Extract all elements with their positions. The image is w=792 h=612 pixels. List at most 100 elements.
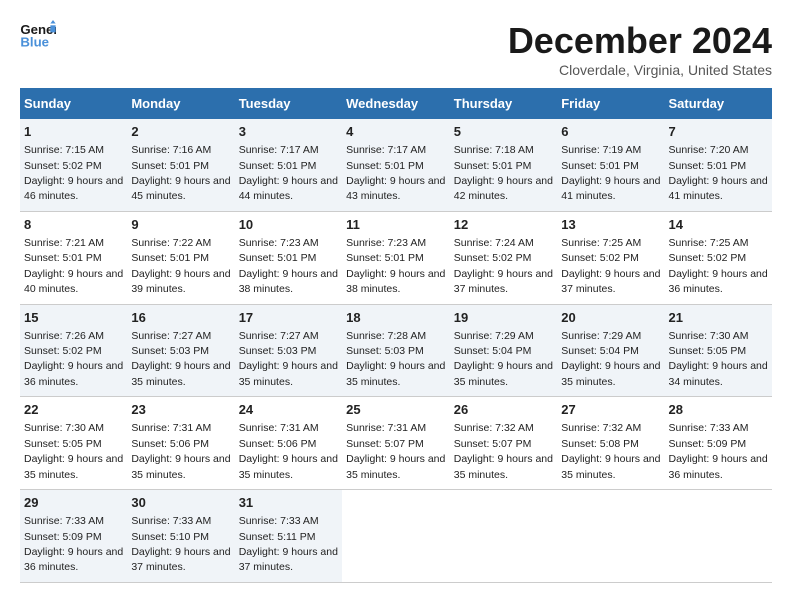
- day-info: Sunrise: 7:28 AMSunset: 5:03 PMDaylight:…: [346, 330, 445, 388]
- day-number: 2: [131, 123, 230, 141]
- header-friday: Friday: [557, 88, 664, 119]
- table-row: 31 Sunrise: 7:33 AMSunset: 5:11 PMDayligh…: [235, 490, 342, 583]
- table-row: 18 Sunrise: 7:28 AMSunset: 5:03 PMDayligh…: [342, 304, 450, 397]
- day-number: 18: [346, 309, 446, 327]
- day-number: 7: [669, 123, 769, 141]
- calendar-week-3: 15 Sunrise: 7:26 AMSunset: 5:02 PMDayligh…: [20, 304, 772, 397]
- table-row: 16 Sunrise: 7:27 AMSunset: 5:03 PMDayligh…: [127, 304, 234, 397]
- header-saturday: Saturday: [665, 88, 773, 119]
- header-wednesday: Wednesday: [342, 88, 450, 119]
- title-area: December 2024 Cloverdale, Virginia, Unit…: [508, 20, 772, 78]
- table-row: 10Sunrise: 7:23 AMSunset: 5:01 PMDayligh…: [235, 211, 342, 304]
- svg-text:Blue: Blue: [20, 34, 49, 49]
- day-number: 28: [669, 401, 769, 419]
- day-info: Sunrise: 7:30 AMSunset: 5:05 PMDaylight:…: [669, 330, 768, 388]
- table-row: 8 Sunrise: 7:21 AMSunset: 5:01 PMDaylight…: [20, 211, 127, 304]
- day-info: Sunrise: 7:29 AMSunset: 5:04 PMDaylight:…: [454, 330, 553, 388]
- day-info: Sunrise: 7:31 AMSunset: 5:07 PMDaylight:…: [346, 422, 445, 480]
- header-sunday: Sunday: [20, 88, 127, 119]
- day-number: 29: [24, 494, 123, 512]
- day-info: Sunrise: 7:29 AMSunset: 5:04 PMDaylight:…: [561, 330, 660, 388]
- table-row: 9 Sunrise: 7:22 AMSunset: 5:01 PMDaylight…: [127, 211, 234, 304]
- day-info: Sunrise: 7:17 AMSunset: 5:01 PMDaylight:…: [346, 144, 445, 202]
- day-info: Sunrise: 7:18 AMSunset: 5:01 PMDaylight:…: [454, 144, 553, 202]
- day-number: 5: [454, 123, 553, 141]
- calendar-week-1: 1Sunrise: 7:15 AMSunset: 5:02 PMDaylight…: [20, 119, 772, 211]
- day-number: 27: [561, 401, 660, 419]
- day-number: 9: [131, 216, 230, 234]
- day-info: Sunrise: 7:33 AMSunset: 5:09 PMDaylight:…: [669, 422, 768, 480]
- table-row: 6Sunrise: 7:19 AMSunset: 5:01 PMDaylight…: [557, 119, 664, 211]
- table-row: 22 Sunrise: 7:30 AMSunset: 5:05 PMDayligh…: [20, 397, 127, 490]
- day-info: Sunrise: 7:33 AMSunset: 5:10 PMDaylight:…: [131, 515, 230, 573]
- header-tuesday: Tuesday: [235, 88, 342, 119]
- table-row: 2 Sunrise: 7:16 AMSunset: 5:01 PMDaylight…: [127, 119, 234, 211]
- day-number: 20: [561, 309, 660, 327]
- table-row: 25 Sunrise: 7:31 AMSunset: 5:07 PMDayligh…: [342, 397, 450, 490]
- day-info: Sunrise: 7:19 AMSunset: 5:01 PMDaylight:…: [561, 144, 660, 202]
- day-info: Sunrise: 7:33 AMSunset: 5:09 PMDaylight:…: [24, 515, 123, 573]
- day-info: Sunrise: 7:31 AMSunset: 5:06 PMDaylight:…: [131, 422, 230, 480]
- day-number: 23: [131, 401, 230, 419]
- day-number: 19: [454, 309, 553, 327]
- day-info: Sunrise: 7:25 AMSunset: 5:02 PMDaylight:…: [669, 237, 768, 295]
- calendar-table: Sunday Monday Tuesday Wednesday Thursday…: [20, 88, 772, 583]
- day-info: Sunrise: 7:25 AMSunset: 5:02 PMDaylight:…: [561, 237, 660, 295]
- day-info: Sunrise: 7:26 AMSunset: 5:02 PMDaylight:…: [24, 330, 123, 388]
- day-number: 24: [239, 401, 338, 419]
- day-number: 16: [131, 309, 230, 327]
- day-number: 26: [454, 401, 553, 419]
- day-number: 25: [346, 401, 446, 419]
- calendar-week-2: 8 Sunrise: 7:21 AMSunset: 5:01 PMDaylight…: [20, 211, 772, 304]
- table-row: [557, 490, 664, 583]
- table-row: [342, 490, 450, 583]
- day-info: Sunrise: 7:15 AMSunset: 5:02 PMDaylight:…: [24, 144, 123, 202]
- table-row: 26Sunrise: 7:32 AMSunset: 5:07 PMDayligh…: [450, 397, 557, 490]
- day-number: 21: [669, 309, 769, 327]
- calendar-week-4: 22 Sunrise: 7:30 AMSunset: 5:05 PMDayligh…: [20, 397, 772, 490]
- header-row: Sunday Monday Tuesday Wednesday Thursday…: [20, 88, 772, 119]
- day-info: Sunrise: 7:24 AMSunset: 5:02 PMDaylight:…: [454, 237, 553, 295]
- day-number: 12: [454, 216, 553, 234]
- table-row: 7 Sunrise: 7:20 AMSunset: 5:01 PMDaylight…: [665, 119, 773, 211]
- calendar-week-5: 29 Sunrise: 7:33 AMSunset: 5:09 PMDayligh…: [20, 490, 772, 583]
- day-info: Sunrise: 7:21 AMSunset: 5:01 PMDaylight:…: [24, 237, 123, 295]
- day-number: 31: [239, 494, 338, 512]
- table-row: 4 Sunrise: 7:17 AMSunset: 5:01 PMDaylight…: [342, 119, 450, 211]
- day-number: 3: [239, 123, 338, 141]
- day-number: 13: [561, 216, 660, 234]
- table-row: 15 Sunrise: 7:26 AMSunset: 5:02 PMDayligh…: [20, 304, 127, 397]
- day-info: Sunrise: 7:33 AMSunset: 5:11 PMDaylight:…: [239, 515, 338, 573]
- table-row: 20 Sunrise: 7:29 AMSunset: 5:04 PMDayligh…: [557, 304, 664, 397]
- table-row: 24 Sunrise: 7:31 AMSunset: 5:06 PMDayligh…: [235, 397, 342, 490]
- table-row: 11Sunrise: 7:23 AMSunset: 5:01 PMDayligh…: [342, 211, 450, 304]
- day-number: 8: [24, 216, 123, 234]
- day-number: 11: [346, 216, 446, 234]
- table-row: [450, 490, 557, 583]
- logo-icon: General Blue: [20, 20, 56, 50]
- day-number: 14: [669, 216, 769, 234]
- table-row: 5 Sunrise: 7:18 AMSunset: 5:01 PMDaylight…: [450, 119, 557, 211]
- day-info: Sunrise: 7:30 AMSunset: 5:05 PMDaylight:…: [24, 422, 123, 480]
- day-number: 4: [346, 123, 446, 141]
- table-row: 13 Sunrise: 7:25 AMSunset: 5:02 PMDayligh…: [557, 211, 664, 304]
- location: Cloverdale, Virginia, United States: [508, 62, 772, 78]
- day-number: 22: [24, 401, 123, 419]
- day-number: 15: [24, 309, 123, 327]
- header-monday: Monday: [127, 88, 234, 119]
- table-row: 23 Sunrise: 7:31 AMSunset: 5:06 PMDayligh…: [127, 397, 234, 490]
- table-row: 1Sunrise: 7:15 AMSunset: 5:02 PMDaylight…: [20, 119, 127, 211]
- table-row: 14 Sunrise: 7:25 AMSunset: 5:02 PMDayligh…: [665, 211, 773, 304]
- table-row: 3Sunrise: 7:17 AMSunset: 5:01 PMDaylight…: [235, 119, 342, 211]
- day-info: Sunrise: 7:16 AMSunset: 5:01 PMDaylight:…: [131, 144, 230, 202]
- day-info: Sunrise: 7:32 AMSunset: 5:08 PMDaylight:…: [561, 422, 660, 480]
- day-info: Sunrise: 7:27 AMSunset: 5:03 PMDaylight:…: [131, 330, 230, 388]
- header-thursday: Thursday: [450, 88, 557, 119]
- day-number: 10: [239, 216, 338, 234]
- day-info: Sunrise: 7:22 AMSunset: 5:01 PMDaylight:…: [131, 237, 230, 295]
- day-info: Sunrise: 7:20 AMSunset: 5:01 PMDaylight:…: [669, 144, 768, 202]
- table-row: 28 Sunrise: 7:33 AMSunset: 5:09 PMDayligh…: [665, 397, 773, 490]
- day-info: Sunrise: 7:31 AMSunset: 5:06 PMDaylight:…: [239, 422, 338, 480]
- page-header: General Blue December 2024 Cloverdale, V…: [20, 20, 772, 78]
- month-title: December 2024: [508, 20, 772, 62]
